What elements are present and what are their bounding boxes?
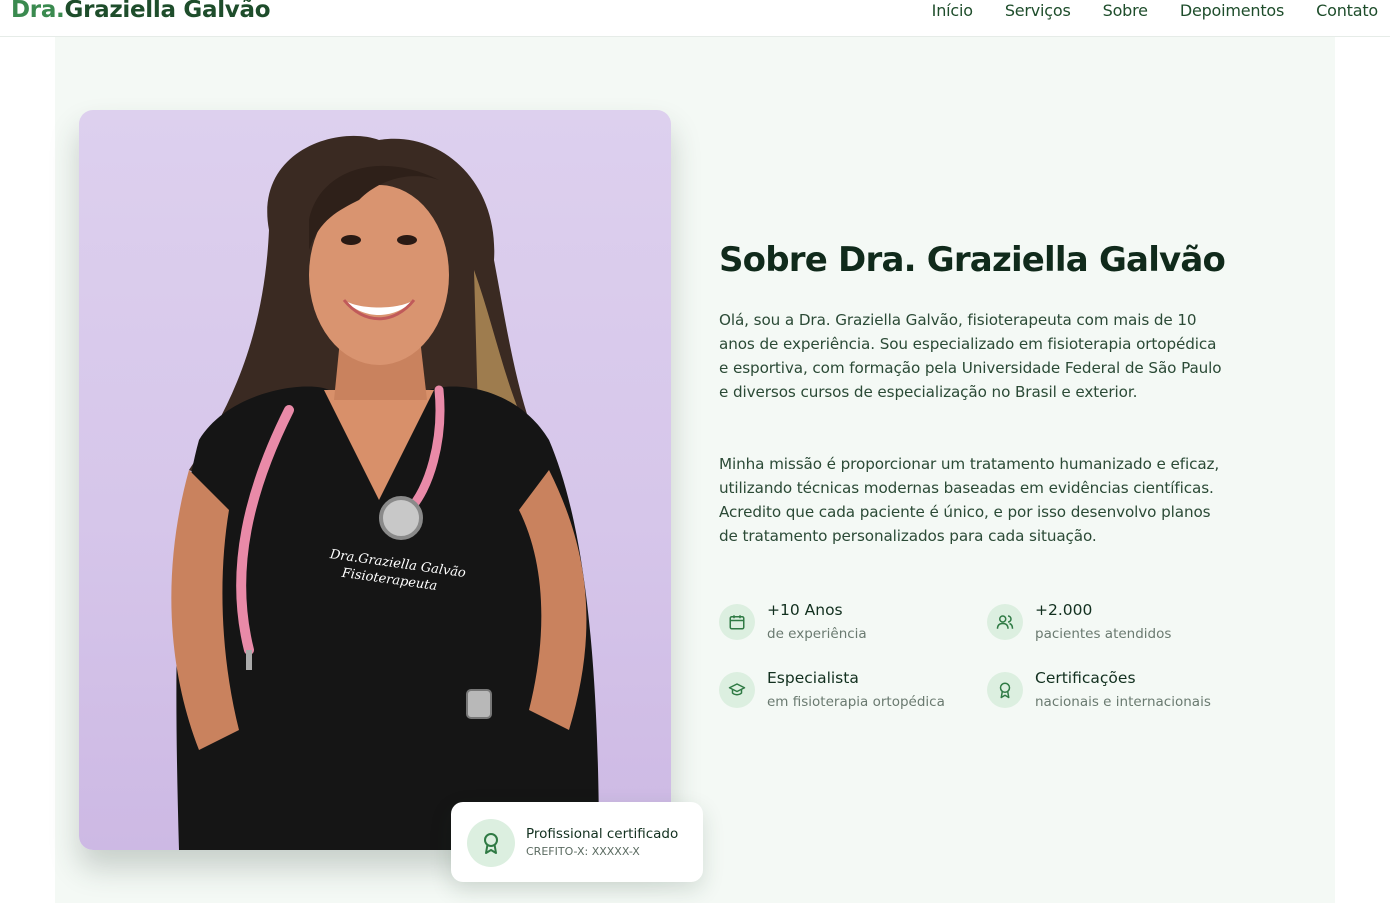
nav-link-sobre[interactable]: Sobre bbox=[1103, 1, 1148, 20]
brand-name: Graziella Galvão bbox=[64, 0, 271, 23]
stat-icon-circle bbox=[719, 604, 755, 640]
stat-experience: +10 Anos de experiência bbox=[719, 601, 979, 654]
nav-link-contato[interactable]: Contato bbox=[1316, 1, 1378, 20]
stat-icon-circle bbox=[987, 672, 1023, 708]
brand-logo[interactable]: Dra.Graziella Galvão bbox=[11, 0, 271, 23]
stat-heading: Certificações bbox=[1035, 669, 1136, 687]
brand-prefix: Dra. bbox=[11, 0, 65, 23]
nav-link-servicos[interactable]: Serviços bbox=[1005, 1, 1071, 20]
stat-icon-circle bbox=[719, 672, 755, 708]
stat-certifications: Certificações nacionais e internacionais bbox=[987, 669, 1247, 722]
stat-heading: +10 Anos bbox=[767, 601, 843, 619]
nav-link-inicio[interactable]: Início bbox=[932, 1, 973, 20]
certified-badge-card: Profissional certificado CREFITO-X: XXXX… bbox=[451, 802, 703, 882]
about-paragraph-1: Olá, sou a Dra. Graziella Galvão, fisiot… bbox=[719, 311, 1222, 401]
stat-patients: +2.000 pacientes atendidos bbox=[987, 601, 1247, 654]
badge-title: Profissional certificado bbox=[526, 826, 679, 842]
stat-heading: Especialista bbox=[767, 669, 859, 687]
about-paragraph-2: Minha missão é proporcionar um tratament… bbox=[719, 455, 1220, 545]
nav-menu: Início Serviços Sobre Depoimentos Contat… bbox=[900, 1, 1379, 20]
graduation-cap-icon bbox=[728, 683, 746, 696]
about-title: Sobre Dra. Graziella Galvão bbox=[719, 240, 1226, 280]
award-icon bbox=[484, 833, 498, 854]
doctor-illustration: Dra.Graziella Galvão Fisioterapeuta bbox=[171, 135, 599, 850]
award-icon bbox=[999, 682, 1011, 699]
nav-link-depoimentos[interactable]: Depoimentos bbox=[1180, 1, 1285, 20]
doctor-photo: Dra.Graziella Galvão Fisioterapeuta bbox=[79, 110, 671, 850]
stat-subtext: pacientes atendidos bbox=[1035, 626, 1172, 642]
stat-subtext: de experiência bbox=[767, 626, 867, 642]
calendar-icon bbox=[729, 615, 745, 630]
top-navbar: Dra.Graziella Galvão Início Serviços Sob… bbox=[0, 0, 1390, 37]
badge-subtitle: CREFITO-X: XXXXX-X bbox=[526, 845, 640, 858]
stat-specialist: Especialista em fisioterapia ortopédica bbox=[719, 669, 979, 722]
badge-icon-circle bbox=[467, 819, 515, 867]
users-icon bbox=[996, 615, 1014, 629]
stat-icon-circle bbox=[987, 604, 1023, 640]
stat-heading: +2.000 bbox=[1035, 601, 1093, 619]
stat-subtext: em fisioterapia ortopédica bbox=[767, 694, 945, 710]
stat-subtext: nacionais e internacionais bbox=[1035, 694, 1211, 710]
